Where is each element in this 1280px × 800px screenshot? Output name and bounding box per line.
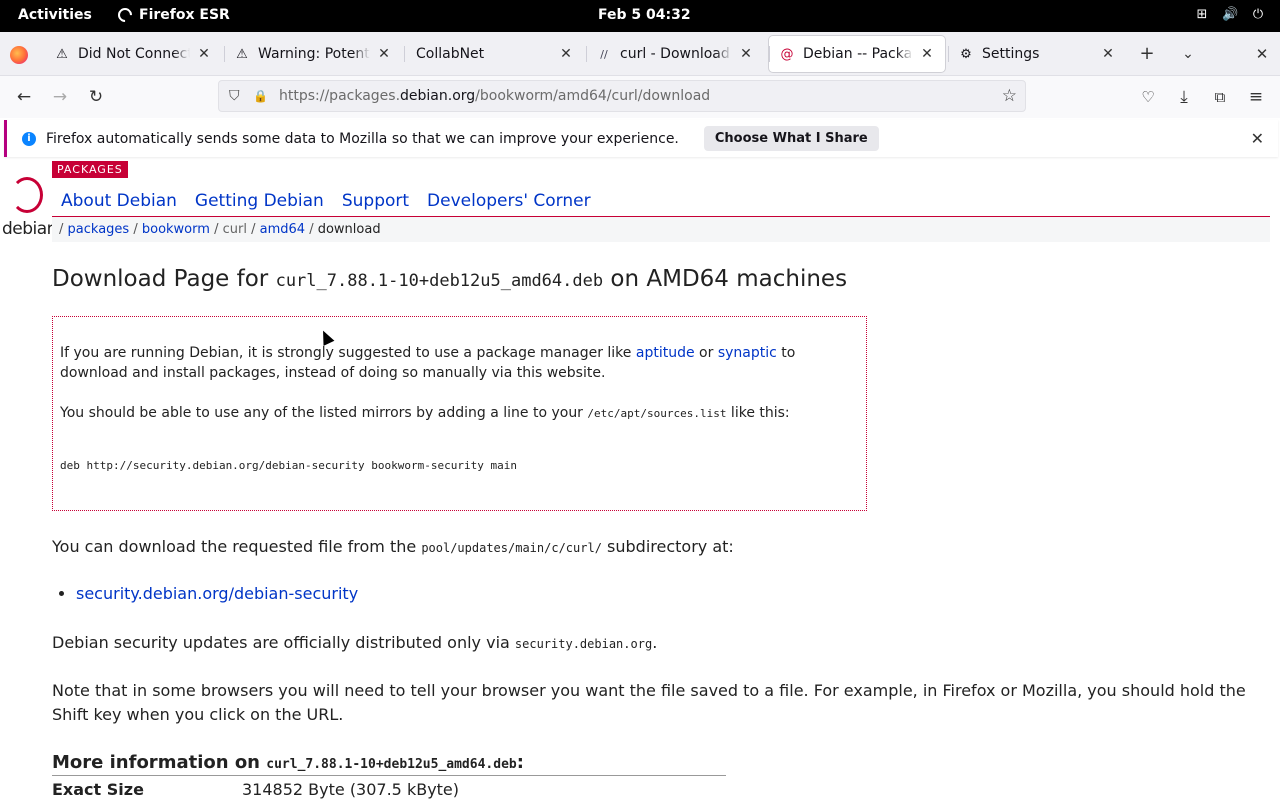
note-paragraph: If you are running Debian, it is strongl… [60,345,796,381]
system-tray[interactable]: ⊞ 🔊 ⏻ [1194,7,1266,23]
power-icon[interactable]: ⏻ [1250,7,1266,23]
close-icon[interactable]: ✕ [1251,129,1264,148]
list-item: security.debian.org/debian-security [76,584,358,603]
tab-label: Debian -- Package [803,46,913,62]
tab-collabnet[interactable]: CollabNet ✕ [404,36,584,72]
tab-settings[interactable]: ⚙ Settings ✕ [948,36,1126,72]
bookmark-star-icon[interactable]: ☆ [1002,86,1017,106]
lock-icon[interactable]: 🔒 [253,89,269,103]
breadcrumb-separator: / [251,222,256,237]
packages-badge[interactable]: PACKAGES [52,161,128,178]
activities-button[interactable]: Activities [18,7,92,23]
package-filename: curl_7.88.1-10+deb12u5_amd64.deb [275,271,604,291]
debian-logo[interactable]: debian [2,177,57,239]
curl-icon: // [600,47,608,61]
app-menu[interactable]: Firefox ESR [115,5,230,25]
web-page: PACKAGES debian About Debian Getting Deb… [0,160,1280,800]
breadcrumb-separator: / [309,222,314,237]
pocket-icon[interactable]: ♡ [1138,87,1158,107]
debian-icon: @ [780,46,794,62]
close-icon[interactable]: ✕ [1100,46,1116,62]
breadcrumb-separator: / [133,222,138,237]
breadcrumb-packages[interactable]: packages [68,222,130,237]
tab-strip: ⚠ Did Not Connect: P ✕ ⚠ Warning: Potent… [0,32,1280,76]
breadcrumb-separator: / [214,222,219,237]
new-tab-button[interactable]: + [1137,44,1157,64]
tab-label: Warning: Potential [258,46,370,62]
size-label: Exact Size [52,780,144,799]
debian-wordmark: debian [2,219,57,239]
note-paragraph: You should be able to use any of the lis… [60,405,790,421]
system-top-bar: Activities Firefox ESR Feb 5 04:32 ⊞ 🔊 ⏻ [0,0,1280,32]
synaptic-link[interactable]: synaptic [718,345,777,361]
nav-developers-corner[interactable]: Developers' Corner [427,191,591,211]
breadcrumb-download: download [317,222,381,237]
breadcrumb-amd64[interactable]: amd64 [260,222,305,237]
firefox-icon [115,5,135,25]
volume-icon[interactable]: 🔊 [1222,7,1238,23]
network-icon[interactable]: ⊞ [1194,7,1210,23]
debian-swirl-icon [11,177,43,213]
aptitude-link[interactable]: aptitude [636,345,695,361]
security-note: Debian security updates are officially d… [52,633,658,652]
data-collection-notification: i Firefox automatically sends some data … [4,120,1278,157]
tracking-protection-icon[interactable]: ⛉ [229,88,245,104]
back-button[interactable]: ← [14,87,34,107]
download-location-text: You can download the requested file from… [52,537,734,556]
app-name: Firefox ESR [139,7,230,23]
close-icon[interactable]: ✕ [558,46,574,62]
warning-icon: ⚠ [236,46,248,62]
forward-button[interactable]: → [50,87,70,107]
breadcrumb: / packages / bookworm / curl / amd64 / d… [52,217,1270,242]
close-icon[interactable]: ✕ [196,46,212,62]
clock[interactable]: Feb 5 04:32 [598,7,691,23]
gear-icon: ⚙ [960,46,972,62]
mirror-list: security.debian.org/debian-security [76,584,358,603]
nav-getting-debian[interactable]: Getting Debian [195,191,324,211]
tab-label: curl - Download [620,46,730,62]
warning-icon: ⚠ [56,46,68,62]
tab-label: Settings [982,46,1040,62]
size-value: 314852 Byte (307.5 kByte) [242,780,460,799]
security-mirror-link[interactable]: security.debian.org/debian-security [76,584,358,603]
info-icon: i [22,131,36,146]
site-navigation: About Debian Getting Debian Support Deve… [61,191,591,211]
breadcrumb-curl: curl [222,222,247,237]
menu-icon[interactable]: ≡ [1246,87,1266,107]
tab-did-not-connect[interactable]: ⚠ Did Not Connect: P ✕ [44,36,222,72]
close-icon[interactable]: ✕ [376,46,392,62]
close-icon[interactable]: ✕ [919,46,935,62]
extensions-icon[interactable]: ⧉ [1210,87,1230,107]
navigation-toolbar: ← → ↻ ⛉ 🔒 https://packages.debian.org/bo… [0,76,1280,118]
breadcrumb-separator: / [59,222,64,237]
choose-what-i-share-button[interactable]: Choose What I Share [703,126,879,151]
tab-debian-package[interactable]: @ Debian -- Package ✕ [769,36,945,72]
nav-support[interactable]: Support [342,191,409,211]
nav-about-debian[interactable]: About Debian [61,191,177,211]
firefox-view-icon[interactable] [10,46,28,64]
exact-size-row: Exact Size 314852 Byte (307.5 kByte) [52,780,459,799]
close-window-icon[interactable]: ✕ [1252,44,1272,64]
breadcrumb-bookworm[interactable]: bookworm [142,222,210,237]
tab-warning[interactable]: ⚠ Warning: Potential ✕ [224,36,402,72]
list-all-tabs-icon[interactable]: ⌄ [1178,44,1198,64]
url-bar[interactable]: ⛉ 🔒 https://packages.debian.org/bookworm… [218,80,1026,112]
tab-label: Did Not Connect: P [78,46,190,62]
browser-note: Note that in some browsers you will need… [52,681,1246,724]
tab-label: CollabNet [416,46,485,62]
notification-text: Firefox automatically sends some data to… [46,130,679,147]
reload-button[interactable]: ↻ [86,87,106,107]
more-info-heading: More information on curl_7.88.1-10+deb12… [52,752,726,776]
page-title: Download Page for curl_7.88.1-10+deb12u5… [52,266,848,292]
close-icon[interactable]: ✕ [738,46,754,62]
url-text[interactable]: https://packages.debian.org/bookworm/amd… [279,88,710,104]
tab-curl-download[interactable]: // curl - Download ✕ [586,36,764,72]
downloads-icon[interactable]: ⤓ [1174,87,1194,107]
sources-list-line: deb http://security.debian.org/debian-se… [60,459,517,472]
package-manager-note: If you are running Debian, it is strongl… [52,316,867,511]
